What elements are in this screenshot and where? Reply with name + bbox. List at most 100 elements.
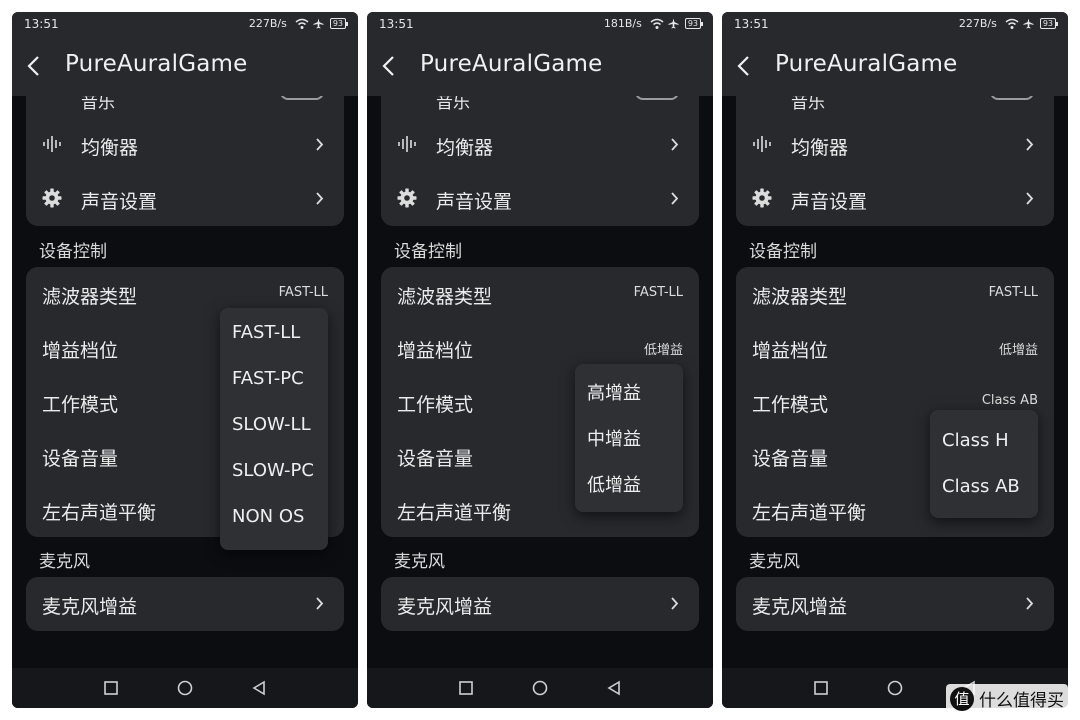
device-volume-label: 设备音量 (752, 448, 829, 470)
wifi-icon (650, 18, 664, 29)
sound-settings-label: 声音设置 (436, 191, 513, 213)
mic-gain-label: 麦克风增益 (752, 596, 848, 618)
square-icon[interactable] (813, 680, 829, 696)
filter-type-value: FAST-LL (278, 285, 328, 300)
audio-menu-card: 音乐 均衡器 声音设置 (26, 96, 344, 226)
circle-icon[interactable] (532, 680, 548, 696)
equalizer-row[interactable]: 均衡器 (736, 118, 1054, 172)
airplane-icon (1023, 18, 1034, 29)
mic-gain-row[interactable]: 麦克风增益 (26, 577, 344, 631)
partial-toggle[interactable] (635, 96, 679, 100)
partial-row-label: 音乐 (81, 96, 115, 113)
section-microphone: 麦克风 (39, 552, 90, 572)
back-arrow-icon[interactable] (736, 54, 750, 78)
watermark-text: 什么值得买 (979, 691, 1064, 711)
section-device-control: 设备控制 (749, 242, 817, 262)
mic-gain-row[interactable]: 麦克风增益 (381, 577, 699, 631)
app-bar: PureAuralGame (367, 36, 713, 96)
chevron-right-icon (671, 597, 679, 610)
filter-type-label: 滤波器类型 (42, 286, 138, 308)
equalizer-row[interactable]: 均衡器 (381, 118, 699, 172)
partial-row-label: 音乐 (436, 96, 470, 113)
audio-menu-card: 音乐 均衡器 声音设置 (381, 96, 699, 226)
mic-gain-label: 麦克风增益 (42, 596, 138, 618)
filter-type-label: 滤波器类型 (752, 286, 848, 308)
page-title: PureAuralGame (775, 51, 958, 77)
dropdown-option[interactable]: NON OS (232, 506, 304, 527)
triangle-back-icon[interactable] (251, 680, 267, 696)
dropdown-option[interactable]: Class AB (942, 476, 1020, 497)
filter-type-value: FAST-LL (633, 285, 683, 300)
gain-level-label: 增益档位 (42, 340, 119, 362)
square-icon[interactable] (458, 680, 474, 696)
dropdown-option[interactable]: Class H (942, 430, 1009, 451)
page-title: PureAuralGame (65, 51, 248, 77)
partial-row-label: 音乐 (791, 96, 825, 113)
section-microphone: 麦克风 (394, 552, 445, 572)
gain-level-label: 增益档位 (397, 340, 474, 362)
mic-gain-row[interactable]: 麦克风增益 (736, 577, 1054, 631)
sound-settings-label: 声音设置 (81, 191, 158, 213)
chevron-right-icon (1026, 597, 1034, 610)
work-mode-label: 工作模式 (397, 394, 474, 416)
gear-icon (42, 188, 62, 208)
partial-toggle[interactable] (990, 96, 1034, 100)
partial-toggle[interactable] (280, 96, 324, 100)
sound-settings-label: 声音设置 (791, 191, 868, 213)
dropdown-option[interactable]: 中增益 (587, 425, 641, 451)
microphone-card: 麦克风增益 (736, 577, 1054, 631)
equalizer-row[interactable]: 均衡器 (26, 118, 344, 172)
circle-icon[interactable] (177, 680, 193, 696)
phone-screen-1: 13:51 227B/s 93 PureAuralGame 音乐 均衡器 声音设… (12, 12, 358, 708)
microphone-card: 麦克风增益 (26, 577, 344, 631)
balance-label: 左右声道平衡 (397, 502, 512, 524)
dropdown-option[interactable]: 高增益 (587, 379, 641, 405)
airplane-icon (668, 18, 679, 29)
back-arrow-icon[interactable] (381, 54, 395, 78)
work-mode-label: 工作模式 (42, 394, 119, 416)
balance-label: 左右声道平衡 (42, 502, 157, 524)
circle-icon[interactable] (887, 680, 903, 696)
dropdown-option[interactable]: SLOW-PC (232, 460, 314, 481)
navigation-bar (12, 668, 358, 708)
square-icon[interactable] (103, 680, 119, 696)
dropdown-option[interactable]: 低增益 (587, 471, 641, 497)
status-time: 13:51 (734, 17, 769, 31)
gain-level-value: 低增益 (643, 343, 683, 358)
dropdown-option[interactable]: SLOW-LL (232, 414, 311, 435)
mic-gain-label: 麦克风增益 (397, 596, 493, 618)
chevron-right-icon (316, 597, 324, 610)
status-network-speed: 227B/s (248, 17, 287, 30)
watermark: 值 什么值得买 (946, 684, 1068, 713)
status-bar: 13:51 181B/s 93 (367, 12, 713, 36)
chevron-right-icon (316, 192, 324, 205)
sound-settings-row[interactable]: 声音设置 (381, 172, 699, 226)
filter-type-row[interactable]: 滤波器类型 FAST-LL (736, 267, 1054, 321)
back-arrow-icon[interactable] (26, 54, 40, 78)
status-network-speed: 181B/s (603, 17, 642, 30)
wifi-icon (295, 18, 309, 29)
sound-settings-row[interactable]: 声音设置 (26, 172, 344, 226)
work-mode-label: 工作模式 (752, 394, 829, 416)
status-time: 13:51 (379, 17, 414, 31)
triangle-back-icon[interactable] (606, 680, 622, 696)
status-time: 13:51 (24, 17, 59, 31)
mode-dropdown-menu: Class H Class AB (930, 410, 1038, 518)
waveform-icon (43, 136, 61, 152)
status-bar: 13:51 227B/s 93 (12, 12, 358, 36)
dropdown-option[interactable]: FAST-PC (232, 368, 304, 389)
filter-type-row[interactable]: 滤波器类型 FAST-LL (381, 267, 699, 321)
dropdown-option[interactable]: FAST-LL (232, 322, 300, 343)
device-volume-label: 设备音量 (42, 448, 119, 470)
filter-type-label: 滤波器类型 (397, 286, 493, 308)
device-volume-label: 设备音量 (397, 448, 474, 470)
status-bar: 13:51 227B/s 93 (722, 12, 1068, 36)
equalizer-label: 均衡器 (791, 137, 849, 159)
navigation-bar (367, 668, 713, 708)
chevron-right-icon (671, 192, 679, 205)
sound-settings-row[interactable]: 声音设置 (736, 172, 1054, 226)
gain-level-row[interactable]: 增益档位 低增益 (736, 321, 1054, 375)
chevron-right-icon (316, 138, 324, 151)
chevron-right-icon (671, 138, 679, 151)
equalizer-label: 均衡器 (81, 137, 139, 159)
